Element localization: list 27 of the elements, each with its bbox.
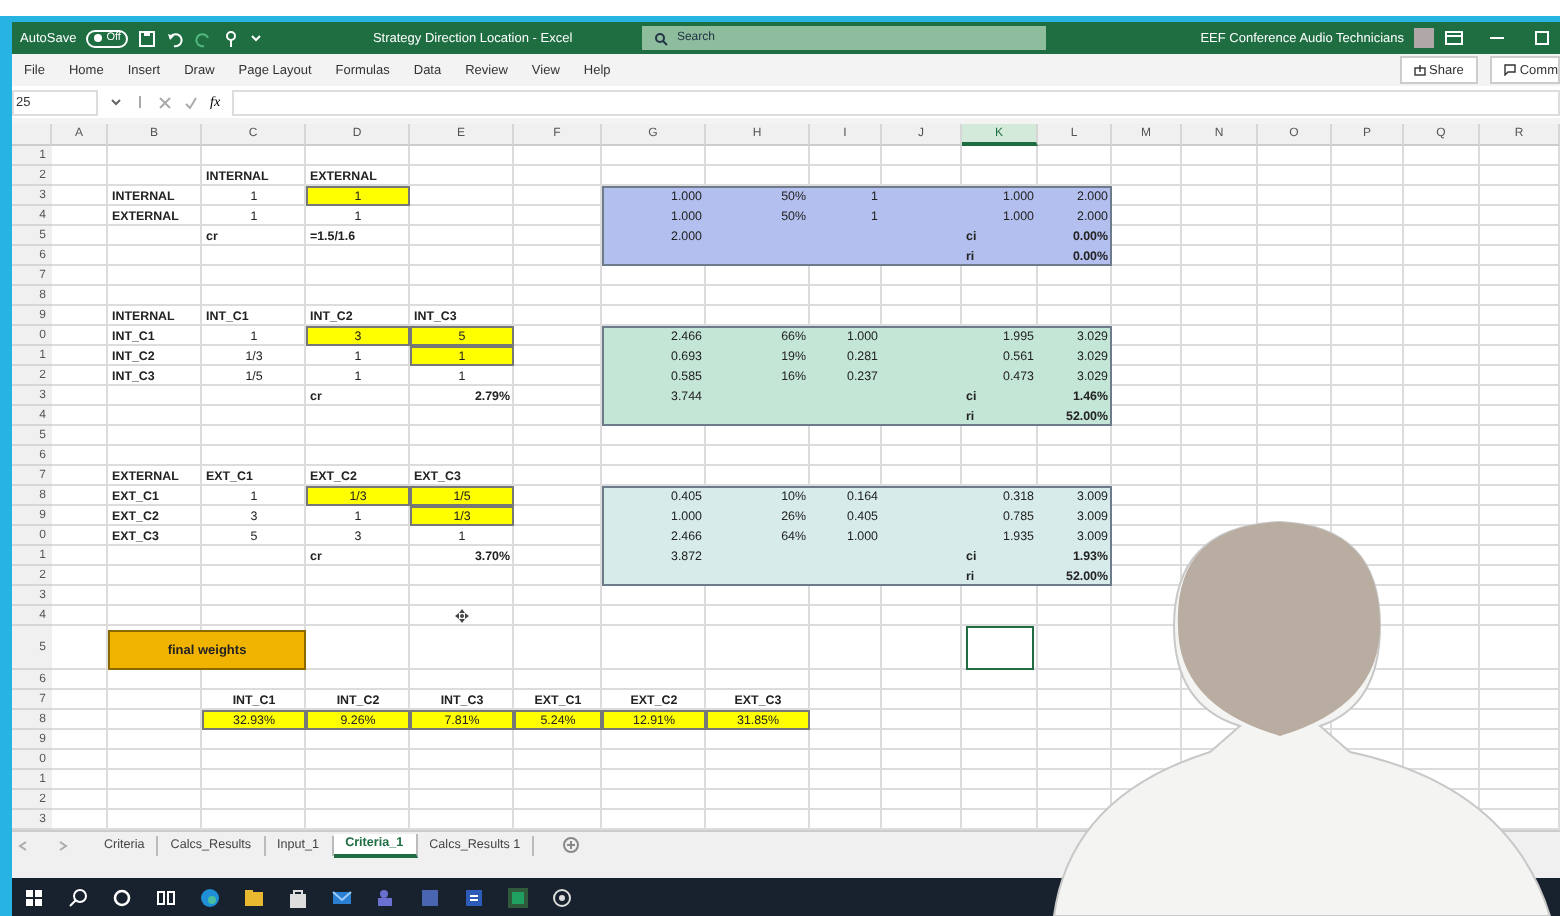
search-icon[interactable] bbox=[68, 888, 88, 908]
move-cursor-icon bbox=[454, 608, 470, 624]
redo-icon[interactable] bbox=[194, 29, 213, 47]
team-icon[interactable] bbox=[376, 888, 396, 908]
maximize-icon[interactable] bbox=[1532, 30, 1552, 46]
search-icon bbox=[654, 31, 669, 45]
comment-icon bbox=[1503, 64, 1516, 76]
formula-input[interactable] bbox=[232, 89, 1560, 115]
chat-icon[interactable] bbox=[420, 888, 440, 908]
share-icon bbox=[1413, 64, 1425, 76]
document-icon[interactable] bbox=[464, 888, 484, 908]
task-view-icon[interactable] bbox=[156, 888, 176, 908]
touch-mode-icon[interactable] bbox=[222, 29, 241, 47]
shopping-bag-icon[interactable] bbox=[288, 888, 308, 908]
circle-icon[interactable] bbox=[112, 888, 132, 908]
selected-cell[interactable] bbox=[966, 626, 1034, 670]
customize-caret-icon[interactable] bbox=[250, 32, 263, 44]
start-icon[interactable] bbox=[24, 888, 44, 908]
save-icon[interactable] bbox=[138, 29, 157, 47]
folder-icon[interactable] bbox=[244, 888, 264, 908]
mail-icon[interactable] bbox=[332, 888, 352, 908]
add-sheet-icon[interactable] bbox=[562, 836, 581, 854]
ribbon-display-icon[interactable] bbox=[1444, 30, 1464, 46]
browser-icon[interactable] bbox=[200, 888, 220, 908]
caret-icon[interactable] bbox=[110, 96, 122, 108]
aperture-icon[interactable] bbox=[552, 888, 572, 908]
undo-icon[interactable] bbox=[166, 29, 185, 47]
